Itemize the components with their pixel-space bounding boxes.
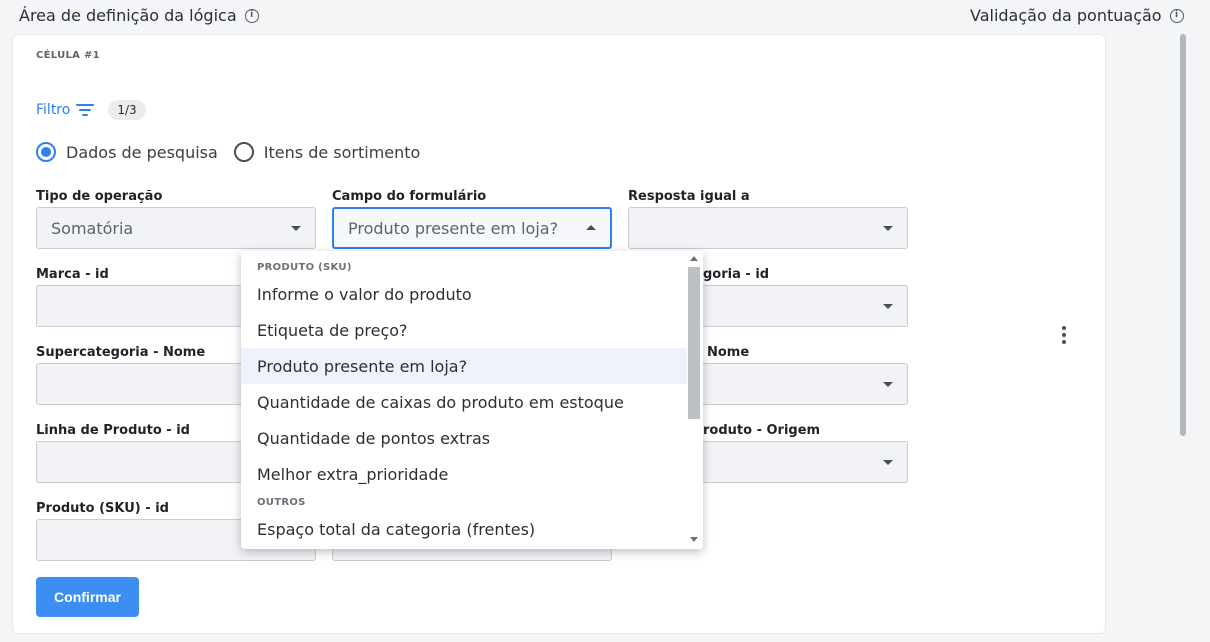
dropdown-scrollbar-thumb[interactable] [688, 267, 700, 419]
scroll-down-arrow-icon[interactable] [690, 537, 698, 542]
filter-icon[interactable] [76, 103, 95, 117]
dropdown-option[interactable]: Espaço total da categoria (frentes) [241, 511, 687, 547]
field-label-marca-id: Marca - id [36, 267, 109, 282]
radio-itens-sortimento[interactable]: Itens de sortimento [233, 142, 421, 162]
chevron-down-icon [883, 304, 893, 309]
field-label-produto-sku-id: Produto (SKU) - id [36, 501, 169, 516]
scroll-up-arrow-icon[interactable] [690, 256, 698, 261]
info-icon[interactable]: i [244, 8, 259, 23]
page-scrollbar[interactable] [1180, 34, 1186, 436]
info-icon[interactable]: i [1169, 8, 1184, 23]
select-value: Produto presente em loja? [348, 218, 559, 238]
chevron-down-icon [883, 226, 893, 231]
dropdown-group-label: PRODUTO (SKU) [257, 262, 352, 273]
radio-checked-icon[interactable] [36, 142, 56, 162]
score-validation-title: Validação da pontuação i [970, 6, 1184, 25]
radio-dados-pesquisa[interactable]: Dados de pesquisa [36, 142, 218, 162]
filter-toggle[interactable]: Filtro 1/3 [36, 100, 146, 120]
logic-area-title-text: Área de definição da lógica [19, 6, 237, 25]
campo-formulario-dropdown: PRODUTO (SKU) Informe o valor do produto… [241, 251, 703, 549]
select-value: Somatória [51, 218, 134, 238]
dropdown-option[interactable]: Quantidade de pontos extras [241, 420, 687, 456]
dropdown-option[interactable]: Quantidade de caixas do produto em estoq… [241, 384, 687, 420]
cell-title: CÉLULA #1 [36, 50, 100, 61]
data-source-radio-group: Dados de pesquisa Itens de sortimento [36, 142, 420, 162]
filter-label[interactable]: Filtro [36, 102, 70, 118]
logic-area-title: Área de definição da lógica i [19, 6, 259, 25]
chevron-down-icon [291, 226, 301, 231]
chevron-up-icon [586, 225, 596, 230]
resposta-igual-select[interactable] [628, 207, 908, 249]
dropdown-option[interactable]: Etiqueta de preço? [241, 312, 687, 348]
field-label-linha-produto-id: Linha de Produto - id [36, 423, 190, 438]
field-label-categoria-id: goria - id [703, 267, 770, 282]
more-options-icon[interactable] [1061, 326, 1067, 344]
field-label-nome: Nome [707, 345, 750, 360]
tipo-operacao-select[interactable]: Somatória [36, 207, 316, 249]
campo-formulario-select[interactable]: Produto presente em loja? [332, 207, 612, 249]
chevron-down-icon [883, 460, 893, 465]
dropdown-option[interactable]: Melhor extra_prioridade [241, 456, 687, 492]
filter-count-badge: 1/3 [108, 100, 146, 120]
dropdown-option[interactable]: Informe o valor do produto [241, 276, 687, 312]
field-label-campo-formulario: Campo do formulário [332, 189, 487, 204]
confirm-button[interactable]: Confirmar [36, 577, 139, 617]
radio-label: Dados de pesquisa [66, 142, 218, 162]
field-label-resposta-igual: Resposta igual a [628, 189, 750, 204]
dropdown-group-label: OUTROS [257, 497, 306, 508]
field-label-produto-origem: roduto - Origem [703, 423, 821, 438]
radio-unchecked-icon[interactable] [233, 142, 254, 162]
score-validation-title-text: Validação da pontuação [970, 6, 1162, 25]
radio-label: Itens de sortimento [263, 142, 421, 162]
field-label-tipo-operacao: Tipo de operação [36, 189, 163, 204]
chevron-down-icon [883, 382, 893, 387]
dropdown-option-selected[interactable]: Produto presente em loja? [241, 348, 687, 384]
field-label-supercategoria-nome: Supercategoria - Nome [36, 345, 206, 360]
